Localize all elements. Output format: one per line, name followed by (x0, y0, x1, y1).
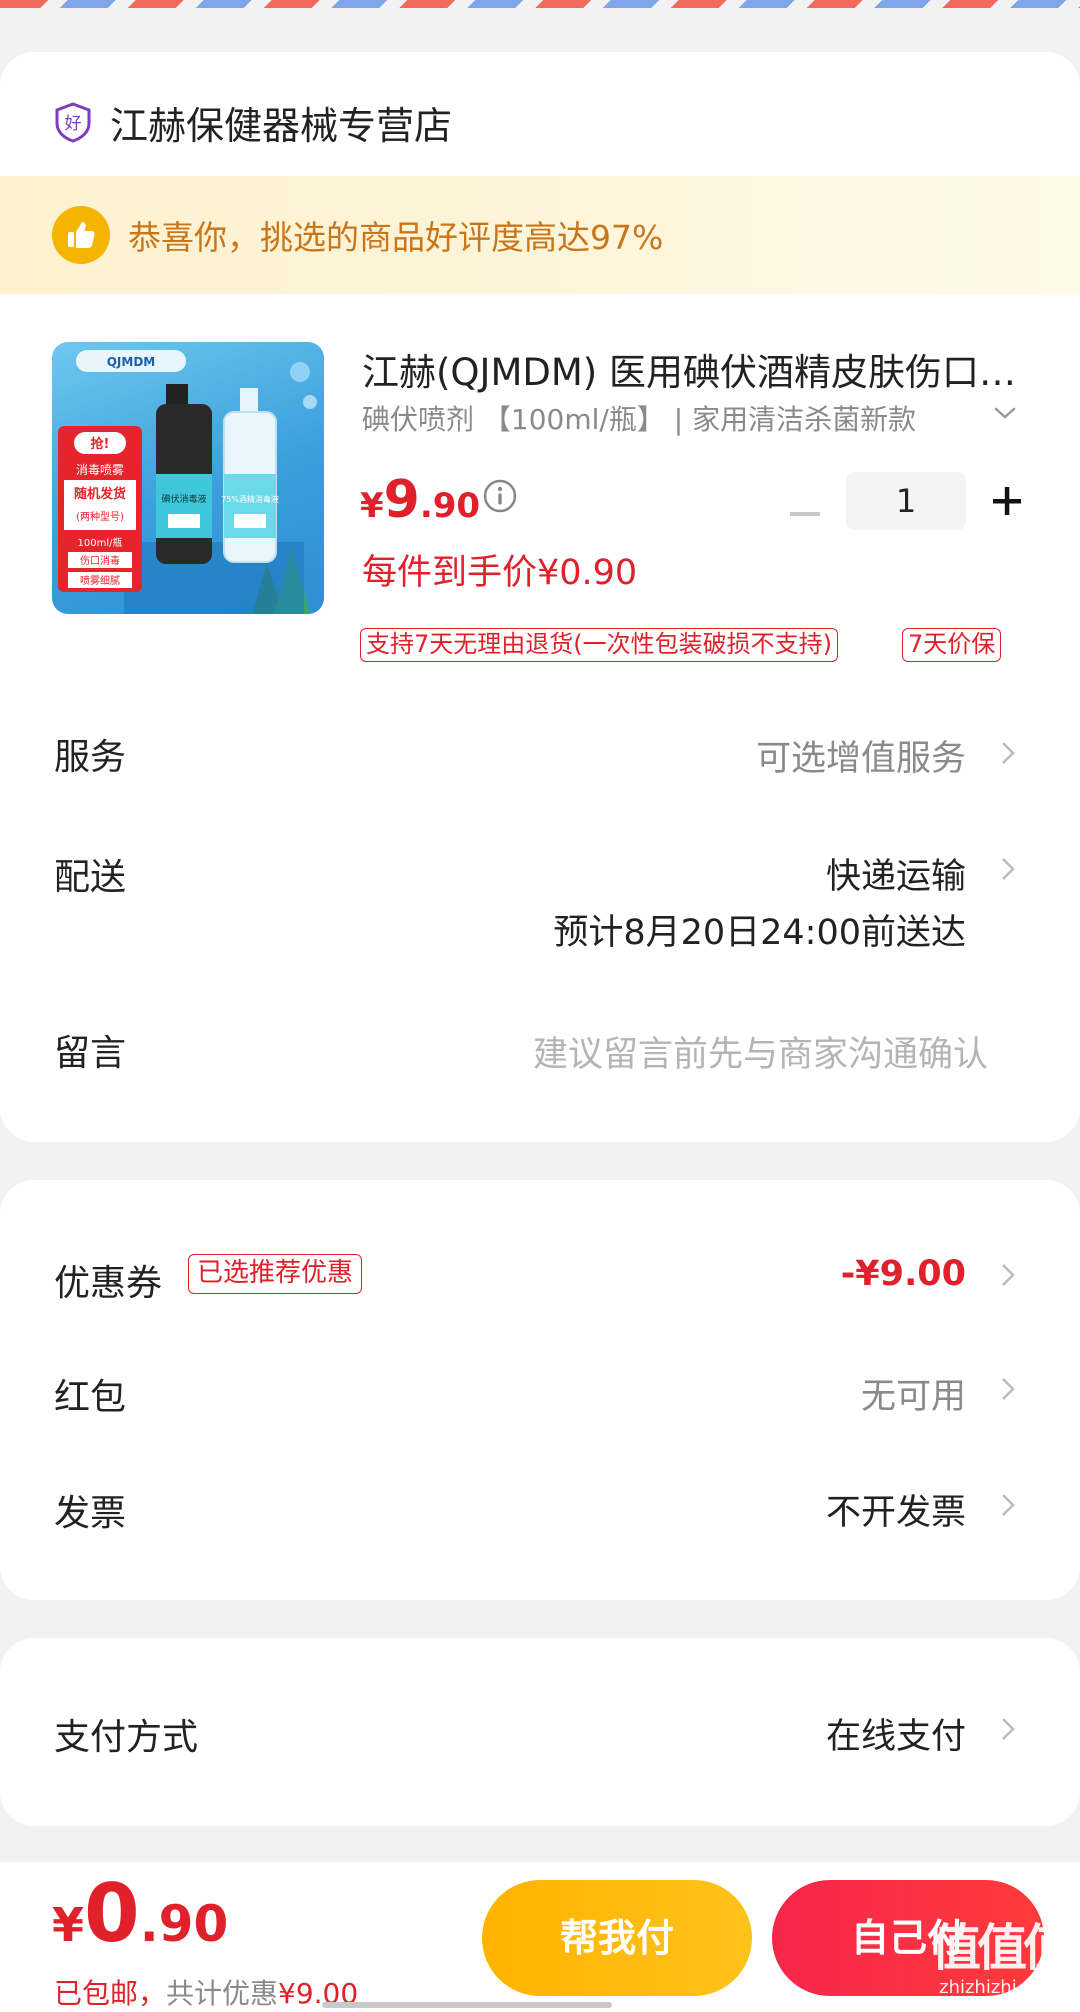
total-integer: 0 (84, 1867, 140, 1960)
price-symbol: ¥ (360, 486, 384, 526)
redpacket-label: 红包 (54, 1377, 127, 1418)
service-label: 服务 (54, 737, 127, 778)
help-pay-button[interactable]: 帮我付 (482, 1880, 752, 1996)
delivery-eta: 预计8月20日24:00前送达 (553, 913, 966, 953)
shield-badge-icon: 好 (55, 102, 91, 143)
service-value[interactable]: 可选增值服务 (756, 730, 966, 781)
coupon-value[interactable]: -¥9.00 (841, 1254, 966, 1294)
message-input[interactable]: 建议留言前先与商家沟通确认 (533, 1026, 988, 1077)
product-image-line5: 伤口消毒 (80, 554, 120, 567)
total-price: ¥ 0 .90 (52, 1874, 228, 1954)
order-card: 好 江赫保健器械专营店 恭喜你，挑选的商品好评度高达97% QJMDM 碘伏消毒… (0, 52, 1080, 1142)
coupon-selected-tag: 已选推荐优惠 (188, 1254, 363, 1294)
redpacket-value[interactable]: 无可用 (861, 1368, 966, 1419)
product-price: ¥ 9 .90 (360, 470, 480, 530)
product-image-line3: (两种型号) (76, 510, 124, 523)
watermark: 值值值 zhizhizhi.com (930, 1919, 1073, 2010)
praise-text: 恭喜你，挑选的商品好评度高达97% (128, 218, 664, 257)
price-decimal: .90 (419, 486, 481, 526)
chevron-right-icon[interactable] (998, 1258, 1018, 1292)
discount-card: 优惠券 已选推荐优惠 -¥9.00 红包 无可用 发票 不开发票 (0, 1180, 1080, 1600)
product-image-line6: 喷雾细腻 (80, 574, 120, 587)
product-image-line1: 消毒喷雾 (76, 463, 124, 477)
total-symbol: ¥ (52, 1898, 85, 1952)
product-image-brand: QJMDM (107, 355, 156, 369)
discount-prefix: 共计优惠 (166, 1977, 279, 2010)
home-indicator[interactable] (322, 2002, 612, 2008)
delivery-label: 配送 (54, 857, 127, 898)
chevron-right-icon[interactable] (998, 736, 1018, 770)
info-icon[interactable] (482, 478, 518, 514)
chevron-right-icon[interactable] (998, 1372, 1018, 1406)
price-protect-tag: 7天价保 (902, 628, 1002, 662)
quantity-decrease-button[interactable] (790, 512, 820, 516)
product-image-line4: 100ml/瓶 (78, 536, 123, 549)
watermark-url: zhizhizhi.com (939, 1977, 1061, 1998)
quantity-field[interactable]: 1 (846, 472, 966, 530)
shop-name: 江赫保健器械专营店 (110, 103, 453, 148)
thumbs-up-icon (52, 206, 110, 264)
shipping-note: 已包邮， (54, 1977, 167, 2010)
payment-label: 支付方式 (54, 1717, 199, 1758)
airmail-border (0, 0, 1080, 16)
bottle2-label: 75%酒精消毒液 (221, 494, 279, 504)
unit-price: 每件到手价¥0.90 (362, 553, 638, 593)
total-decimal: .90 (139, 1895, 229, 1953)
praise-banner: 恭喜你，挑选的商品好评度高达97% (0, 176, 1080, 294)
product-title[interactable]: 江赫(QJMDM) 医用碘伏酒精皮肤伤口消毒 (362, 342, 1022, 396)
payment-card: 支付方式 在线支付 (0, 1638, 1080, 1826)
delivery-value[interactable]: 快递运输 (826, 848, 966, 899)
chevron-right-icon[interactable] (998, 1488, 1018, 1522)
watermark-text: 值值值 (931, 1919, 1073, 1977)
checkout-bar: ¥ 0 .90 已包邮，共计优惠¥9.00 帮我付 自己付 (0, 1862, 1080, 2012)
chevron-down-icon[interactable] (990, 398, 1020, 428)
message-label: 留言 (54, 1033, 127, 1074)
product-image[interactable]: QJMDM 碘伏消毒液 75%酒精消毒液 抢! 消毒喷雾 随机发货 (两种型号)… (52, 342, 324, 614)
shop-header[interactable]: 好 江赫保健器械专营店 (52, 92, 452, 152)
price-integer: 9 (383, 470, 420, 530)
return-policy-tag: 支持7天无理由退货(一次性包装破损不支持) (360, 628, 838, 662)
product-spec[interactable]: 碘伏喷剂 【100ml/瓶】 | 家用清洁杀菌新款 (362, 398, 962, 438)
invoice-label: 发票 (54, 1493, 127, 1534)
chevron-right-icon[interactable] (998, 852, 1018, 886)
chevron-right-icon[interactable] (998, 1712, 1018, 1746)
bottle1-label: 碘伏消毒液 (161, 493, 206, 505)
product-image-line2: 随机发货 (74, 486, 126, 502)
coupon-label: 优惠券 (54, 1263, 163, 1304)
payment-value[interactable]: 在线支付 (826, 1708, 966, 1759)
quantity-increase-button[interactable] (990, 484, 1024, 518)
invoice-value[interactable]: 不开发票 (826, 1484, 966, 1535)
product-image-badge: 抢! (91, 436, 110, 452)
shop-badge-char: 好 (65, 114, 82, 134)
total-note: 已包邮，共计优惠¥9.00 (54, 1972, 358, 2012)
